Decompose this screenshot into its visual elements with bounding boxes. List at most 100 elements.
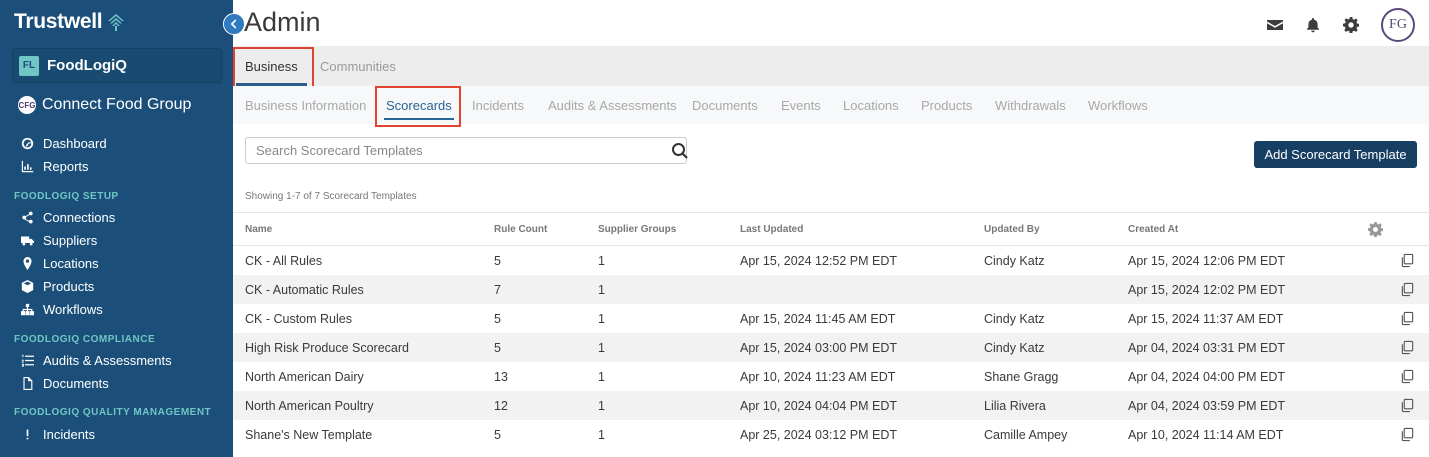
cell-created-at: Apr 10, 2024 11:14 AM EDT (1128, 427, 1284, 442)
truck-icon (20, 233, 34, 247)
sidebar-item-documents[interactable]: Documents (20, 373, 109, 393)
column-header-supplier-groups[interactable]: Supplier Groups (598, 212, 740, 246)
sidebar-item-suppliers[interactable]: Suppliers (20, 230, 97, 250)
cell-name[interactable]: North American Dairy (233, 362, 494, 391)
copy-icon[interactable] (1400, 340, 1415, 355)
tab-products[interactable]: Products (921, 86, 972, 124)
cell-supplier-groups: 1 (598, 427, 605, 442)
cell-supplier-groups: 1 (598, 275, 740, 304)
trustwell-emblem-icon (106, 12, 126, 32)
column-header-rule-count[interactable]: Rule Count (494, 212, 598, 246)
cell-updated-by: Cindy Katz (984, 253, 1045, 268)
cell-name[interactable]: Shane's New Template (233, 420, 494, 449)
tab-workflows[interactable]: Workflows (1088, 86, 1148, 124)
column-header-created-at[interactable]: Created At (1128, 212, 1368, 246)
sidebar-item-label: Locations (43, 255, 99, 271)
table-row[interactable]: High Risk Produce Scorecard 5 1 Apr 15, … (233, 333, 1429, 362)
column-settings-gear-icon[interactable] (1368, 221, 1383, 237)
copy-icon[interactable] (1400, 427, 1415, 442)
cell-name[interactable]: CK - Custom Rules (233, 304, 494, 333)
copy-icon[interactable] (1400, 282, 1415, 297)
sidebar-collapse-button[interactable] (223, 13, 245, 35)
cell-created-at: Apr 04, 2024 03:59 PM EDT (1128, 391, 1368, 420)
tab-label: Business (245, 58, 298, 74)
header-actions: FG (1267, 8, 1415, 42)
tab-label: Withdrawals (995, 97, 1066, 113)
sidebar-item-dashboard[interactable]: Dashboard (20, 133, 107, 153)
tab-label: Locations (843, 97, 899, 113)
avatar[interactable]: FG (1381, 8, 1415, 42)
copy-icon[interactable] (1400, 311, 1415, 326)
cell-name[interactable]: High Risk Produce Scorecard (233, 333, 494, 362)
sidebar-item-audits[interactable]: Audits & Assessments (20, 350, 172, 370)
table-row[interactable]: CK - Automatic Rules 7 1 Apr 15, 2024 12… (233, 275, 1429, 304)
cube-icon (20, 279, 34, 293)
sidebar-item-products[interactable]: Products (20, 276, 94, 296)
sidebar-item-connections[interactable]: Connections (20, 207, 115, 227)
bell-icon[interactable] (1305, 17, 1321, 33)
cell-name[interactable]: CK - Automatic Rules (233, 275, 494, 304)
tab-audits-assessments[interactable]: Audits & Assessments (548, 86, 677, 124)
tab-business[interactable]: Business (236, 46, 307, 86)
add-scorecard-template-button[interactable]: Add Scorecard Template (1254, 141, 1417, 168)
cell-updated-by: Cindy Katz (984, 333, 1128, 362)
cell-updated-by (984, 275, 1128, 304)
section-title-setup: FOODLOGIQ SETUP (14, 191, 119, 202)
copy-icon[interactable] (1400, 253, 1415, 268)
trustwell-logo[interactable]: Trustwell (14, 10, 126, 34)
bar-chart-icon (20, 159, 34, 173)
column-header-name[interactable]: Name (233, 212, 494, 246)
table-row[interactable]: North American Dairy 13 1 Apr 10, 2024 1… (233, 362, 1429, 391)
tab-events[interactable]: Events (781, 86, 821, 124)
table-row[interactable]: CK - All Rules 5 1 Apr 15, 2024 12:52 PM… (233, 246, 1429, 276)
tab-documents[interactable]: Documents (692, 86, 758, 124)
cell-name[interactable]: CK - All Rules (233, 246, 494, 276)
column-header-last-updated[interactable]: Last Updated (740, 212, 984, 246)
tab-scorecards[interactable]: Scorecards (384, 86, 454, 124)
tab-withdrawals[interactable]: Withdrawals (995, 86, 1066, 124)
cell-rule-count: 7 (494, 275, 598, 304)
column-settings (1368, 212, 1429, 246)
section-title-compliance: FOODLOGIQ COMPLIANCE (14, 334, 156, 345)
table-row[interactable]: CK - Custom Rules 5 1 Apr 15, 2024 11:45… (233, 304, 1429, 333)
cell-name[interactable]: North American Poultry (233, 391, 494, 420)
cell-supplier-groups: 1 (598, 333, 740, 362)
cell-created-at: Apr 15, 2024 12:02 PM EDT (1128, 275, 1368, 304)
sidebar-item-label: Audits & Assessments (43, 352, 172, 368)
sidebar-item-label: Suppliers (43, 232, 98, 248)
search-input[interactable] (245, 137, 687, 164)
tab-business-information[interactable]: Business Information (245, 86, 366, 124)
sidebar-item-reports[interactable]: Reports (20, 156, 89, 176)
tab-communities[interactable]: Communities (320, 46, 396, 86)
search-icon[interactable] (671, 142, 689, 160)
table-row[interactable]: North American Poultry 12 1 Apr 10, 2024… (233, 391, 1429, 420)
gear-icon[interactable] (1343, 17, 1359, 33)
share-icon (20, 210, 34, 224)
app-switcher[interactable]: FL FoodLogiQ (12, 48, 222, 83)
tab-label: Scorecards (386, 97, 452, 113)
org-logo-icon: CFG (18, 96, 36, 114)
table-row[interactable]: Shane's New Template 5 1 Apr 25, 2024 03… (233, 420, 1429, 449)
column-header-updated-by[interactable]: Updated By (984, 212, 1128, 246)
tab-locations[interactable]: Locations (843, 86, 899, 124)
sidebar-item-workflows[interactable]: Workflows (20, 299, 103, 319)
sidebar-item-label: Reports (43, 158, 89, 174)
cell-rule-count: 5 (494, 311, 501, 326)
sidebar-item-label: Documents (43, 375, 109, 391)
copy-icon[interactable] (1400, 369, 1415, 384)
sidebar-item-label: Workflows (43, 301, 103, 317)
main-content: Admin FG Business Communities Business I… (233, 0, 1429, 457)
tab-label: Documents (692, 97, 758, 113)
org-selector[interactable]: CFG Connect Food Group (18, 96, 191, 114)
tab-incidents[interactable]: Incidents (472, 86, 524, 124)
tab-label: Events (781, 97, 821, 113)
sidebar-item-incidents[interactable]: Incidents (20, 424, 95, 444)
copy-icon[interactable] (1400, 398, 1415, 413)
cell-supplier-groups: 1 (598, 369, 605, 384)
page-title: Admin (244, 7, 321, 37)
envelope-icon[interactable] (1267, 17, 1283, 33)
tab-label: Workflows (1088, 97, 1148, 113)
cell-rule-count: 5 (494, 333, 598, 362)
sidebar-item-locations[interactable]: Locations (20, 253, 99, 273)
cell-last-updated: Apr 15, 2024 12:52 PM EDT (740, 253, 898, 268)
